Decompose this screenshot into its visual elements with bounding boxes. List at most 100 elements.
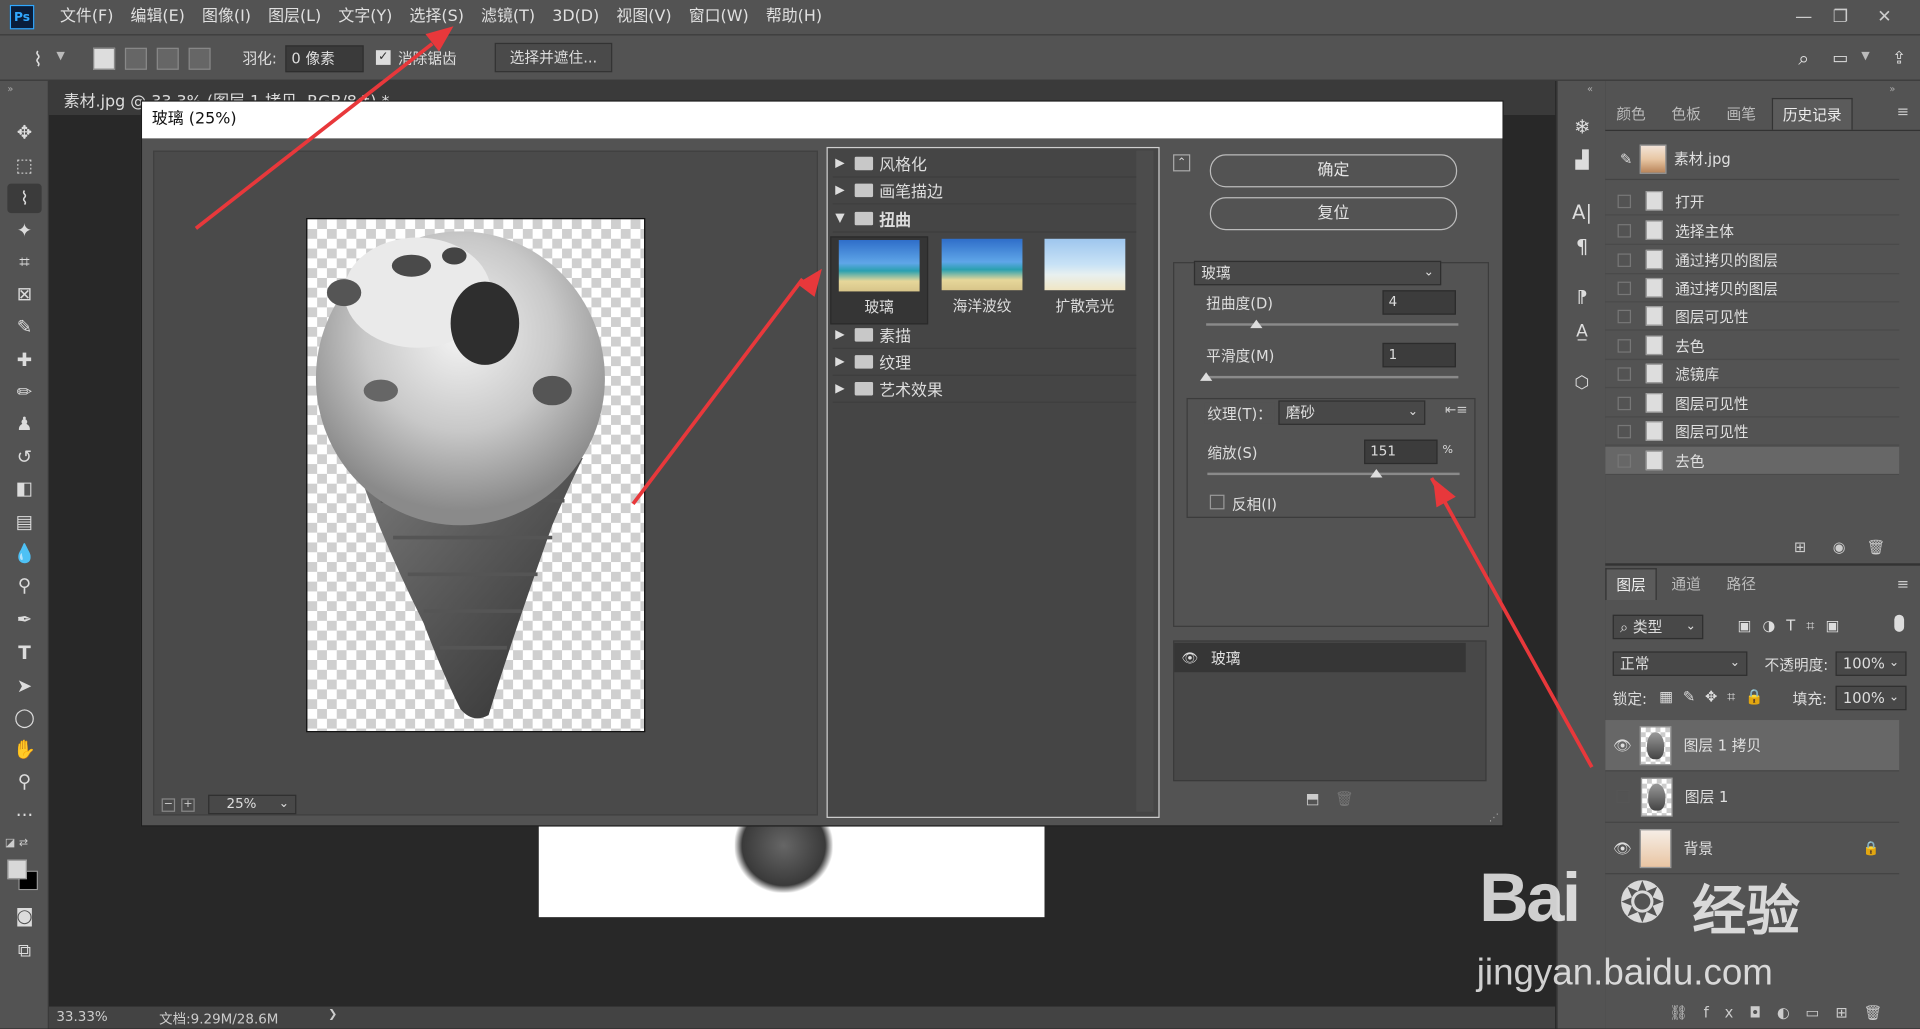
ok-button[interactable]: 确定 xyxy=(1209,154,1458,188)
character-styles-icon[interactable]: A̲ xyxy=(1567,318,1596,345)
history-item[interactable]: 打开 xyxy=(1605,187,1900,216)
blur-tool-icon[interactable]: 💧 xyxy=(7,539,41,568)
panel-menu-icon[interactable]: ≡ xyxy=(1897,103,1909,120)
filter-icons[interactable]: ▣◑T⌗▣ xyxy=(1738,617,1851,635)
more-tools-icon[interactable]: ··· xyxy=(7,801,41,830)
search-icon[interactable]: ⌕ xyxy=(1790,45,1817,72)
layer-filter-select[interactable]: ⌕ 类型 ⌄ xyxy=(1612,614,1704,640)
trash-icon[interactable]: 🗑 xyxy=(1865,538,1887,558)
new-selection-icon[interactable] xyxy=(93,47,116,70)
eye-icon[interactable]: 👁 xyxy=(1174,650,1206,666)
distortion-input[interactable]: 4 xyxy=(1382,290,1456,315)
resize-grip-icon[interactable]: ⋰ xyxy=(1489,812,1499,823)
close-icon[interactable]: ✕ xyxy=(1871,5,1898,29)
eye-icon[interactable]: 👁 xyxy=(1605,839,1639,856)
tab-layers[interactable]: 图层 xyxy=(1605,568,1657,601)
history-item[interactable]: 滤镜库 xyxy=(1605,360,1900,389)
new-effect-layer-icon[interactable]: ⬒ xyxy=(1303,789,1323,809)
invert-checkbox[interactable] xyxy=(1209,494,1225,510)
texture-select[interactable]: 磨砂 ⌄ xyxy=(1278,400,1426,425)
frame-tool-icon[interactable]: ⊠ xyxy=(7,279,41,308)
eyedropper-icon[interactable]: ✎ xyxy=(7,312,41,341)
menu-filter[interactable]: 滤镜(T) xyxy=(472,0,543,34)
scaling-input[interactable]: 151 xyxy=(1364,439,1438,465)
history-item[interactable]: 选择主体 xyxy=(1605,217,1900,245)
category-distort[interactable]: ▼ 扭曲 xyxy=(832,206,1139,233)
scaling-slider[interactable] xyxy=(1207,472,1460,476)
feather-input[interactable]: 0 像素 xyxy=(285,45,364,73)
new-document-from-state-icon[interactable]: ⊞ xyxy=(1789,538,1811,558)
swap-colors-icon[interactable]: ◪ ⇄ xyxy=(5,838,28,850)
marquee-tool-icon[interactable]: ⬚ xyxy=(7,151,41,180)
lasso-tool-icon[interactable]: ⌇ xyxy=(7,183,42,214)
history-item[interactable]: 去色 xyxy=(1605,332,1900,361)
menu-image[interactable]: 图像(I) xyxy=(193,0,259,34)
history-item[interactable]: 图层可见性 xyxy=(1605,418,1900,446)
history-item[interactable]: 通过拷贝的图层 xyxy=(1605,246,1900,275)
chevron-down-icon[interactable]: ▼ xyxy=(56,50,64,62)
zoom-out-button[interactable]: − xyxy=(161,798,176,812)
zoom-in-button[interactable]: + xyxy=(181,798,195,812)
history-item[interactable]: 通过拷贝的图层 xyxy=(1605,274,1900,303)
subtract-selection-icon[interactable] xyxy=(156,47,179,70)
tab-swatches[interactable]: 色板 xyxy=(1659,98,1713,130)
type-tool-icon[interactable]: T xyxy=(7,638,41,667)
lasso-tool-icon[interactable]: ⌇ xyxy=(22,45,54,72)
effect-layer-row[interactable]: 👁 玻璃 xyxy=(1174,642,1466,673)
menu-file[interactable]: 文件(F) xyxy=(51,0,122,34)
zoom-tool-icon[interactable]: ⚲ xyxy=(7,767,41,796)
magic-wand-icon[interactable]: ✦ xyxy=(7,216,41,245)
select-and-mask-button[interactable]: 选择并遮住... xyxy=(494,42,613,73)
libraries-icon[interactable]: ▟ xyxy=(1567,147,1596,174)
app-logo[interactable]: Ps xyxy=(9,4,35,30)
learn-icon[interactable]: ❄ xyxy=(1567,113,1596,140)
layer-row[interactable]: 图层 1 xyxy=(1605,771,1900,823)
tab-paths[interactable]: 路径 xyxy=(1716,568,1767,600)
strip-collapse-icon[interactable]: « xyxy=(1587,83,1593,94)
delete-effect-layer-icon[interactable]: 🗑 xyxy=(1335,789,1355,809)
paragraph-styles-icon[interactable]: ⁋ xyxy=(1567,284,1596,311)
smoothness-knob[interactable] xyxy=(1200,372,1213,381)
doc-info[interactable]: 文档:9.29M/28.6M xyxy=(159,1009,278,1029)
tab-brushes[interactable]: 画笔 xyxy=(1716,98,1767,130)
eye-icon[interactable]: 👁 xyxy=(1605,737,1639,754)
restore-icon[interactable]: ❐ xyxy=(1827,5,1854,29)
filter-toggle-icon[interactable] xyxy=(1894,614,1905,632)
dodge-tool-icon[interactable]: ⚲ xyxy=(7,571,41,600)
zoom-readout[interactable]: 33.33% xyxy=(56,1009,107,1025)
history-source-row[interactable]: ✎ 素材.jpg xyxy=(1605,138,1900,181)
menu-view[interactable]: 视图(V) xyxy=(608,0,680,34)
opacity-input[interactable]: 100% ⌄ xyxy=(1835,651,1907,676)
zoom-select[interactable]: 25% ⌄ xyxy=(208,794,297,815)
blend-mode-select[interactable]: 正常 ⌄ xyxy=(1612,651,1748,676)
category-sketch[interactable]: ▶ 素描 xyxy=(832,322,1139,349)
menu-edit[interactable]: 编辑(E) xyxy=(122,0,193,34)
share-icon[interactable]: ⇪ xyxy=(1886,45,1913,72)
preview-pane[interactable]: − + 25% ⌄ xyxy=(153,150,818,816)
hand-tool-icon[interactable]: ✋ xyxy=(7,735,41,764)
move-tool-icon[interactable]: ✥ xyxy=(7,118,41,147)
gallery-scrollbar[interactable] xyxy=(1136,150,1154,812)
fill-input[interactable]: 100% ⌄ xyxy=(1835,685,1907,711)
intersect-selection-icon[interactable] xyxy=(188,47,211,70)
texture-menu-icon[interactable]: ⇤≡ xyxy=(1445,402,1468,418)
workspace-icon[interactable]: ▭ xyxy=(1827,45,1854,72)
quick-mask-icon[interactable]: ◙ xyxy=(7,901,41,930)
history-item[interactable]: 图层可见性 xyxy=(1605,302,1900,331)
distortion-slider[interactable] xyxy=(1206,323,1459,326)
scaling-knob[interactable] xyxy=(1370,468,1383,478)
shape-tool-icon[interactable]: ◯ xyxy=(7,703,41,732)
collapse-icon[interactable]: » xyxy=(7,83,13,94)
category-texture[interactable]: ▶ 纹理 xyxy=(832,349,1139,376)
filter-select[interactable]: 玻璃 ⌄ xyxy=(1193,260,1442,286)
pen-tool-icon[interactable]: ✒ xyxy=(7,605,41,634)
history-brush-icon[interactable]: ✎ xyxy=(1620,150,1632,167)
antialias-checkbox[interactable]: ✓ xyxy=(375,50,391,65)
eraser-tool-icon[interactable]: ◧ xyxy=(7,474,41,503)
category-artistic[interactable]: ▶ 艺术效果 xyxy=(832,376,1139,403)
healing-brush-icon[interactable]: ✚ xyxy=(7,345,41,374)
category-brush-strokes[interactable]: ▶ 画笔描边 xyxy=(832,178,1139,205)
collapse-gallery-icon[interactable]: ⌃ xyxy=(1173,154,1191,172)
tab-history[interactable]: 历史记录 xyxy=(1771,97,1853,130)
history-item[interactable]: 图层可见性 xyxy=(1605,389,1900,418)
